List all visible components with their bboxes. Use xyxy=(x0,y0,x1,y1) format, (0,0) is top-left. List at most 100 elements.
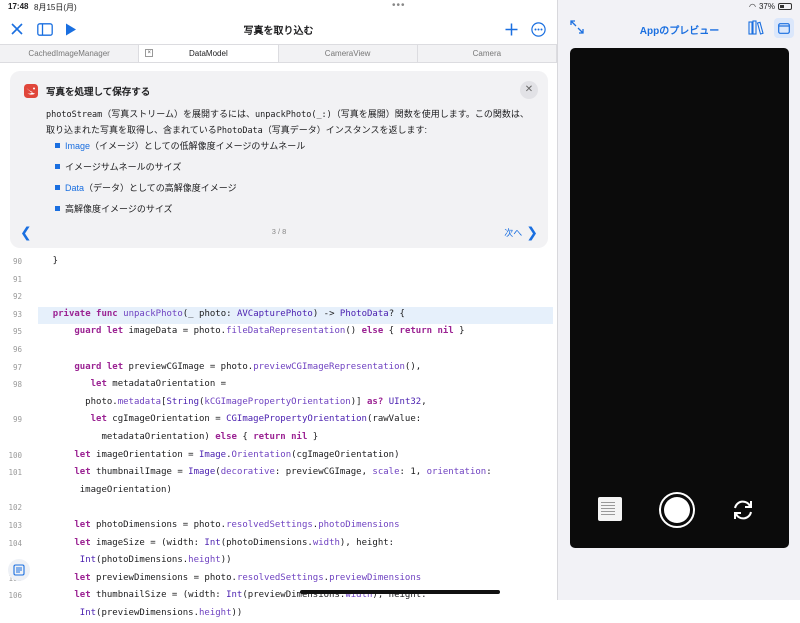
code-text: let metadataOrientation = xyxy=(90,379,227,390)
list-item-text: イメージサムネールのサイズ xyxy=(65,162,182,172)
books-icon xyxy=(748,20,764,35)
tab-label: CachedImageManager xyxy=(28,49,110,58)
wifi-icon: ◠ xyxy=(749,2,756,11)
list-item-text: （イメージ）としての低解像度イメージのサムネール xyxy=(90,141,306,151)
tab-label: DataModel xyxy=(189,49,228,58)
tab-close-icon[interactable]: × xyxy=(145,49,154,57)
code-line[interactable]: Int(previewDimensions.height)) xyxy=(0,606,553,623)
photo-thumbnail-button[interactable] xyxy=(598,497,622,521)
tab-cachedimagemanager[interactable]: CachedImageManager xyxy=(0,45,140,62)
more-button[interactable] xyxy=(527,18,549,40)
code-text: let imageSize = (width: Int(photoDimensi… xyxy=(74,537,395,548)
window-mode-button[interactable] xyxy=(774,18,794,38)
page-title: 写真を取り込む xyxy=(243,26,314,37)
line-number: 104 xyxy=(8,538,22,548)
battery-percent: 37% xyxy=(758,2,775,11)
list-item: イメージサムネールのサイズ xyxy=(55,160,305,181)
app-preview-pane: ◠ 37% Appのプレビュー xyxy=(557,0,800,600)
code-line[interactable]: 91 xyxy=(0,272,553,289)
code-text: Int(photoDimensions.height)) xyxy=(79,555,232,566)
next-label: 次へ xyxy=(504,228,523,238)
shutter-button[interactable] xyxy=(659,492,695,528)
code-line[interactable]: 95 guard let imageData = photo.fileDataR… xyxy=(0,324,553,341)
library-button[interactable] xyxy=(748,20,764,40)
tab-cameraview[interactable]: CameraView xyxy=(279,45,418,62)
tip-text: （写真データ）インスタンスを返します: xyxy=(262,125,427,135)
code-text: photo.metadata[String(kCGImagePropertyOr… xyxy=(31,396,427,407)
line-number: 102 xyxy=(8,503,22,513)
code-line[interactable]: Int(photoDimensions.height)) xyxy=(0,553,553,570)
code-text: let imageOrientation = Image.Orientation… xyxy=(74,449,400,460)
status-indicators: ◠ 37% xyxy=(749,2,792,11)
line-number: 101 xyxy=(8,468,22,478)
line-number: 98 xyxy=(12,380,22,390)
tip-list: Image（イメージ）としての低解像度イメージのサムネール イメージサムネールの… xyxy=(55,139,305,223)
code-line[interactable]: 92 xyxy=(0,289,553,306)
code-editor[interactable]: 90 } 91 92 93 private func unpackPhoto(_ ph… xyxy=(0,254,557,618)
status-date: 8月15日(月) xyxy=(34,3,77,12)
code-line[interactable]: metadataOrientation) else { return nil } xyxy=(0,430,553,447)
multitasking-dots-icon[interactable]: ••• xyxy=(392,0,406,11)
line-number: 97 xyxy=(12,362,22,372)
line-number: 99 xyxy=(12,415,22,425)
code-line[interactable]: 90 } xyxy=(0,254,553,271)
line-number: 100 xyxy=(8,450,22,460)
code-line[interactable]: 100 let imageOrientation = Image.Orienta… xyxy=(0,448,553,465)
step-indicator: 3 / 8 xyxy=(271,227,287,236)
list-item: Data（データ）としての高解像度イメージ xyxy=(55,181,305,202)
code-line[interactable]: 99 let cgImageOrientation = CGImagePrope… xyxy=(0,412,553,429)
tip-link[interactable]: Data xyxy=(65,183,84,193)
code-line[interactable]: 93 private func unpackPhoto(_ photo: AVC… xyxy=(13,306,553,324)
line-number: 96 xyxy=(12,345,22,354)
code-line[interactable]: 98 let metadataOrientation = xyxy=(0,377,553,394)
tip-close-button[interactable]: ✕ xyxy=(520,81,538,99)
tab-camera[interactable]: Camera xyxy=(418,45,557,62)
code-text: let thumbnailImage = Image(decorative: p… xyxy=(74,467,492,478)
code-text: let previewDimensions = photo.resolvedSe… xyxy=(74,572,422,583)
file-tabs: CachedImageManager × DataModel CameraVie… xyxy=(0,44,557,63)
battery-icon xyxy=(778,3,792,10)
list-item: Image（イメージ）としての低解像度イメージのサムネール xyxy=(55,139,305,160)
tip-code-term: photoStream xyxy=(46,110,103,120)
line-number: 103 xyxy=(8,521,22,530)
code-line[interactable]: 105 let previewDimensions = photo.resolv… xyxy=(0,571,553,588)
swift-bird-icon xyxy=(24,84,38,98)
code-line[interactable]: 104 let imageSize = (width: Int(photoDim… xyxy=(0,536,553,553)
code-text: guard let imageData = photo.fileDataRepr… xyxy=(74,326,465,337)
tutorial-tip-card: 写真を処理して保存する ✕ photoStream（写真ストリーム）を展開するに… xyxy=(10,71,548,248)
tip-code-term: PhotoData xyxy=(216,126,263,136)
code-text: Int(previewDimensions.height)) xyxy=(79,608,243,618)
tip-text: （写真ストリーム）を展開するには、 xyxy=(102,109,256,119)
code-text: } xyxy=(31,256,59,266)
documentation-button[interactable] xyxy=(8,559,30,581)
add-button[interactable] xyxy=(500,18,522,40)
flip-camera-icon[interactable] xyxy=(730,497,756,523)
home-indicator xyxy=(300,590,500,594)
line-number: 91 xyxy=(12,274,22,284)
line-number: 95 xyxy=(12,327,22,337)
list-item-text: 高解像度イメージのサイズ xyxy=(65,204,173,214)
toolbar: 写真を取り込む xyxy=(0,14,557,44)
tab-datamodel[interactable]: × DataModel xyxy=(139,45,279,62)
camera-preview-screen xyxy=(570,48,789,548)
code-text: imageOrientation) xyxy=(31,484,172,495)
line-number: 106 xyxy=(8,591,22,601)
code-line[interactable]: imageOrientation) xyxy=(0,483,553,500)
code-line[interactable]: 96 xyxy=(0,342,553,359)
status-time: 17:48 xyxy=(8,2,29,11)
code-line[interactable]: 102 xyxy=(0,500,553,517)
line-number: 90 xyxy=(12,257,22,266)
code-line[interactable]: photo.metadata[String(kCGImagePropertyOr… xyxy=(0,395,553,412)
list-item-text: （データ）としての高解像度イメージ xyxy=(84,183,237,193)
tab-label: CameraView xyxy=(324,49,371,58)
chevron-right-icon: ❯ xyxy=(526,224,538,240)
tip-code-term: unpackPhoto(_:) xyxy=(255,110,332,120)
next-step-button[interactable]: 次へ ❯ xyxy=(504,224,538,241)
code-line[interactable]: 97 guard let previewCGImage = photo.prev… xyxy=(0,360,553,377)
tip-link[interactable]: Image xyxy=(65,141,90,151)
tip-body: photoStream（写真ストリーム）を展開するには、unpackPhoto(… xyxy=(46,107,536,139)
code-line[interactable]: 103 let photoDimensions = photo.resolved… xyxy=(0,518,553,535)
editor-pane: 17:48 8月15日(月) ••• 写真を取り込む CachedImageMa… xyxy=(0,0,557,618)
code-line[interactable]: 101 let thumbnailImage = Image(decorativ… xyxy=(0,465,553,482)
code-text: private func unpackPhoto(_ photo: AVCapt… xyxy=(52,308,405,319)
